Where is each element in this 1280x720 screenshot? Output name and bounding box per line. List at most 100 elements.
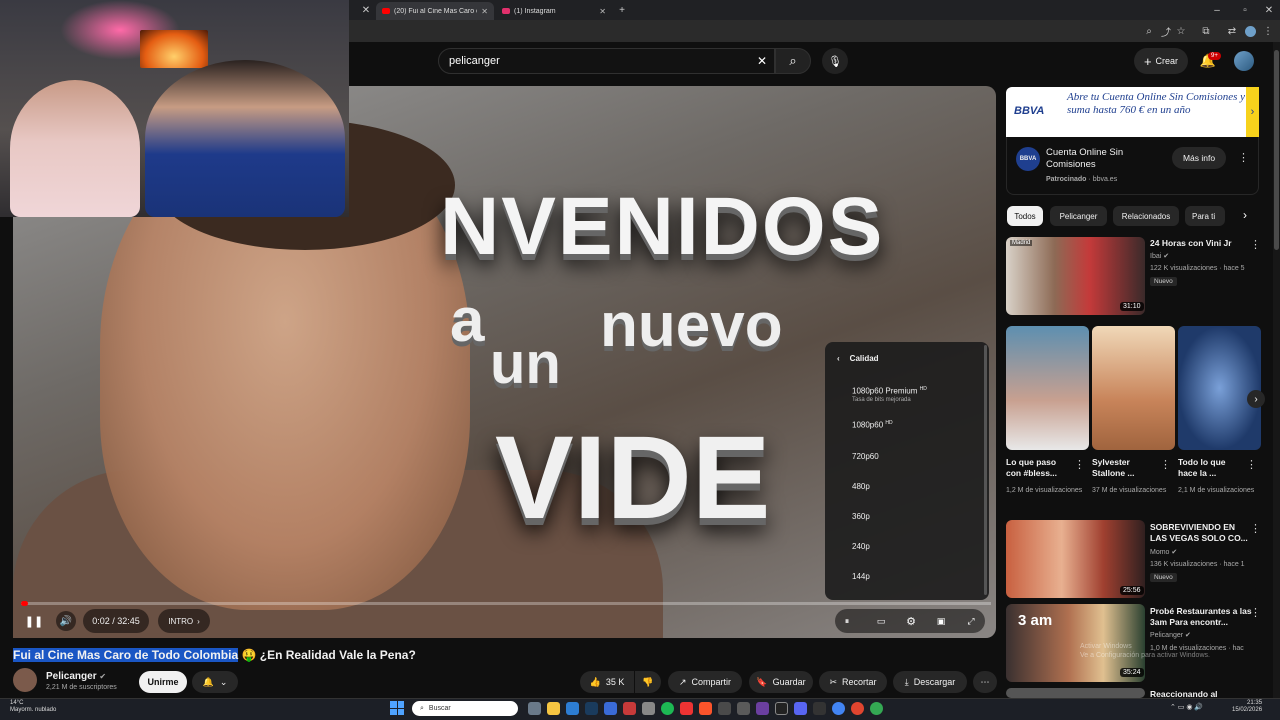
file-explorer-icon[interactable] bbox=[547, 702, 560, 715]
video-menu-dots-icon[interactable]: ⋮ bbox=[1250, 606, 1261, 619]
app-icon[interactable] bbox=[642, 702, 655, 715]
spotify-icon[interactable] bbox=[661, 702, 674, 715]
menu-dots-icon[interactable]: ⋮ bbox=[1262, 25, 1274, 37]
search-button[interactable]: ⌕ bbox=[775, 48, 811, 74]
dislike-button[interactable]: 👎 bbox=[635, 671, 661, 693]
minimize-icon[interactable]: – bbox=[1210, 3, 1224, 17]
windows-start-icon[interactable] bbox=[390, 701, 404, 715]
app-icon[interactable] bbox=[623, 702, 636, 715]
advertiser-avatar[interactable]: BBVA bbox=[1016, 147, 1040, 171]
video-menu-dots-icon[interactable]: ⋮ bbox=[1250, 522, 1261, 535]
app-icon[interactable] bbox=[813, 702, 826, 715]
voice-search-button[interactable]: 🎙 bbox=[822, 48, 848, 74]
subscription-bell-button[interactable]: 🔔 ⌄ bbox=[192, 671, 238, 693]
save-button[interactable]: 🔖 Guardar bbox=[749, 671, 813, 693]
clear-search-icon[interactable]: ✕ bbox=[755, 54, 769, 68]
bookmark-star-icon[interactable]: ☆ bbox=[1175, 25, 1187, 37]
system-tray-icons[interactable]: ⌃ ▭ ◉ 🔊 bbox=[1170, 703, 1203, 711]
new-tab-button[interactable]: + bbox=[616, 4, 628, 16]
quality-option[interactable]: 480p bbox=[852, 482, 870, 491]
quality-option[interactable]: 240p bbox=[852, 542, 870, 551]
share-icon[interactable]: ⤴ bbox=[1160, 25, 1172, 39]
app-icon[interactable] bbox=[775, 702, 788, 715]
quality-option[interactable]: 1080p60 HD bbox=[852, 420, 893, 430]
cast-icon[interactable]: ⇄ bbox=[1226, 25, 1238, 37]
channel-name[interactable]: Pelicanger ✔ bbox=[46, 671, 106, 682]
shorts-next-chevron-icon[interactable]: › bbox=[1247, 390, 1265, 408]
short-title[interactable]: Lo que paso con #bless... bbox=[1006, 457, 1072, 479]
chrome-icon[interactable] bbox=[870, 702, 883, 715]
pause-button[interactable]: ❚❚ bbox=[24, 611, 44, 631]
close-icon[interactable]: ✕ bbox=[481, 7, 488, 16]
short-thumbnail[interactable] bbox=[1006, 326, 1089, 450]
close-window-icon[interactable]: ✕ bbox=[1262, 3, 1276, 17]
app-icon[interactable] bbox=[604, 702, 617, 715]
chapter-button[interactable]: INTRO › bbox=[158, 609, 210, 633]
video-channel[interactable]: Pelicanger ✔ bbox=[1150, 631, 1191, 641]
short-title[interactable]: Sylvester Stallone ... bbox=[1092, 457, 1158, 479]
account-avatar[interactable] bbox=[1234, 51, 1254, 71]
autoplay-toggle[interactable]: ⏸ bbox=[838, 611, 856, 631]
short-thumbnail[interactable] bbox=[1178, 326, 1261, 450]
quality-menu-header[interactable]: ‹ Calidad bbox=[825, 348, 975, 368]
store-icon[interactable] bbox=[566, 702, 579, 715]
channel-avatar[interactable] bbox=[13, 668, 37, 692]
page-scrollbar-thumb[interactable] bbox=[1274, 50, 1279, 250]
tab-youtube[interactable]: (20) Fui al Cine Mas Caro d ✕ bbox=[376, 2, 494, 20]
taskbar-search[interactable]: ⌕ Buscar bbox=[412, 701, 518, 716]
clip-button[interactable]: ✂ Recortar bbox=[819, 671, 887, 693]
chip-para-ti[interactable]: Para ti bbox=[1185, 206, 1225, 226]
brave-icon[interactable] bbox=[699, 702, 712, 715]
like-button[interactable]: 👍 35 K bbox=[580, 671, 634, 693]
settings-button[interactable]: ⚙ bbox=[902, 611, 920, 631]
video-channel[interactable]: Momo ✔ bbox=[1150, 548, 1177, 558]
volume-button[interactable]: 🔊 bbox=[56, 611, 76, 631]
app-icon[interactable] bbox=[756, 702, 769, 715]
create-button[interactable]: + Crear bbox=[1134, 48, 1188, 74]
short-menu-dots-icon[interactable]: ⋮ bbox=[1246, 458, 1257, 471]
short-thumbnail[interactable] bbox=[1092, 326, 1175, 450]
app-icon[interactable] bbox=[718, 702, 731, 715]
quality-option[interactable]: 720p60 bbox=[852, 452, 879, 461]
taskbar-clock[interactable]: 21:35 15/02/2026 bbox=[1232, 700, 1262, 714]
more-info-button[interactable]: Más info bbox=[1172, 147, 1226, 169]
quality-option[interactable]: 360p bbox=[852, 512, 870, 521]
chip-todos[interactable]: Todos bbox=[1007, 206, 1043, 226]
short-title[interactable]: Todo lo que hace la ... bbox=[1178, 457, 1244, 479]
subtitles-button[interactable]: ▭ bbox=[872, 611, 890, 631]
tab-instagram[interactable]: (1) Instagram ✕ bbox=[496, 2, 612, 20]
video-thumbnail[interactable] bbox=[1006, 688, 1145, 698]
short-menu-dots-icon[interactable]: ⋮ bbox=[1160, 458, 1171, 471]
short-menu-dots-icon[interactable]: ⋮ bbox=[1074, 458, 1085, 471]
search-input[interactable]: pelicanger bbox=[438, 48, 775, 74]
join-button[interactable]: Unirme bbox=[139, 671, 187, 693]
task-view-icon[interactable] bbox=[528, 702, 541, 715]
weather-widget[interactable]: 14°C Mayorm. nublado bbox=[10, 700, 56, 714]
app-icon[interactable] bbox=[680, 702, 693, 715]
ad-title[interactable]: Cuenta Online Sin Comisiones bbox=[1046, 147, 1166, 171]
download-button[interactable]: ⤓ Descargar bbox=[893, 671, 967, 693]
maximize-icon[interactable]: ▫ bbox=[1238, 3, 1252, 17]
more-actions-button[interactable]: ⋯ bbox=[973, 671, 997, 693]
zoom-icon[interactable]: ⌕ bbox=[1143, 25, 1155, 37]
quality-option[interactable]: 144p bbox=[852, 572, 870, 581]
profile-avatar[interactable] bbox=[1245, 26, 1256, 37]
close-icon[interactable]: ✕ bbox=[599, 7, 606, 16]
quality-option[interactable]: 1080p60 Premium HD Tasa de bits mejorada bbox=[852, 386, 927, 403]
close-tab-icon[interactable]: ✕ bbox=[360, 4, 372, 16]
fullscreen-button[interactable]: ⤢ bbox=[962, 611, 980, 631]
progress-bar[interactable] bbox=[21, 602, 991, 605]
app-icon[interactable] bbox=[737, 702, 750, 715]
extensions-icon[interactable]: ⧉ bbox=[1200, 25, 1212, 37]
chip-relacionados[interactable]: Relacionados bbox=[1113, 206, 1179, 226]
video-title[interactable]: 24 Horas con Vini Jr bbox=[1150, 238, 1250, 249]
photoshop-icon[interactable] bbox=[585, 702, 598, 715]
video-title[interactable]: SOBREVIVIENDO EN LAS VEGAS SOLO CO... bbox=[1150, 522, 1248, 544]
theater-button[interactable]: ▣ bbox=[932, 611, 950, 631]
video-title[interactable]: Probé Restaurantes a las 3am Para encont… bbox=[1150, 606, 1255, 628]
discord-icon[interactable] bbox=[794, 702, 807, 715]
video-channel[interactable]: Ibai ✔ bbox=[1150, 252, 1169, 262]
ad-menu-dots-icon[interactable]: ⋮ bbox=[1238, 151, 1249, 164]
share-button[interactable]: ↗ Compartir bbox=[668, 671, 742, 693]
video-menu-dots-icon[interactable]: ⋮ bbox=[1250, 238, 1261, 251]
